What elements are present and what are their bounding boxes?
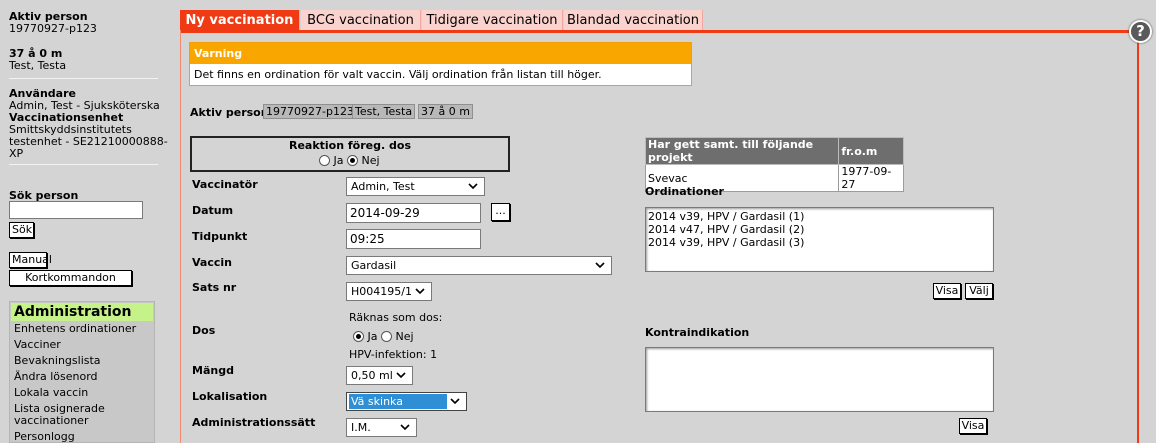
admin-item-vaccines[interactable]: Vacciner — [14, 339, 61, 351]
chevron-down-icon — [394, 368, 408, 382]
admin-item-unsigned-cont[interactable]: vaccinationer — [14, 415, 88, 427]
shortcuts-button[interactable]: Kortkommandon — [9, 270, 132, 286]
active-person-row-label: Aktiv person — [190, 106, 269, 119]
reaction-box: Reaktion föreg. dos Ja Nej — [190, 136, 510, 172]
vaccinator-value: Admin, Test — [351, 180, 415, 193]
admin-menu: Administration Enhetens ordinationer Vac… — [9, 301, 155, 443]
dose-no-radio[interactable] — [381, 331, 392, 342]
tab-mixed-vaccination[interactable]: Blandad vaccination — [564, 10, 703, 31]
help-icon[interactable]: ? — [1129, 20, 1152, 43]
tab-new-vaccination[interactable]: Ny vaccination — [180, 10, 300, 31]
ordinations-list[interactable]: 2014 v39, HPV / Gardasil (1) 2014 v47, H… — [645, 207, 994, 272]
tab-bar-rule — [180, 30, 1140, 33]
ordination-show-button[interactable]: Visa — [933, 283, 961, 299]
search-person-input[interactable] — [9, 201, 143, 219]
chevron-down-icon — [398, 420, 412, 434]
projects-table: Har gett samt. till följande projekt fr.… — [644, 137, 904, 192]
vaccine-value: Gardasil — [351, 259, 397, 272]
reaction-options: Ja Nej — [319, 154, 380, 167]
divider — [9, 78, 158, 79]
admin-item-watchlist[interactable]: Bevakningslista — [14, 355, 101, 367]
reaction-label: Reaktion föreg. dos — [288, 139, 411, 152]
date-input[interactable]: 2014-09-29 — [346, 203, 481, 223]
list-item[interactable]: 2014 v39, HPV / Gardasil (1) — [646, 210, 993, 223]
contraindication-list[interactable] — [645, 347, 994, 412]
tab-previous-vaccination[interactable]: Tidigare vaccination — [422, 10, 563, 31]
sidebar: Aktiv person 19770927-p123 37 å 0 m Test… — [0, 0, 170, 443]
admin-item-person-log[interactable]: Personlogg — [14, 431, 75, 443]
admin-item-local-vaccines[interactable]: Lokala vaccin — [14, 387, 88, 399]
reaction-no-radio[interactable] — [347, 155, 358, 166]
vaccinator-label: Vaccinatör — [192, 178, 258, 191]
time-input[interactable]: 09:25 — [346, 229, 481, 249]
amount-select[interactable]: 0,50 ml — [346, 366, 413, 385]
panel-right-border — [1137, 30, 1139, 443]
location-label: Lokalisation — [192, 390, 268, 403]
dose-no-label: Nej — [395, 330, 414, 343]
amount-label: Mängd — [192, 364, 234, 377]
reaction-no-label: Nej — [361, 154, 380, 167]
manual-button[interactable]: Manual — [9, 252, 52, 268]
warning-text: Det finns en ordination för valt vaccin.… — [194, 68, 602, 81]
ordinations-label: Ordinationer — [645, 185, 724, 198]
counts-as-dose-label: Räknas som dos: — [349, 311, 443, 324]
date-picker-button[interactable]: ... — [491, 203, 510, 221]
dose-options: Ja Nej — [353, 330, 414, 343]
chevron-down-icon — [593, 258, 607, 272]
dose-label: Dos — [192, 324, 216, 337]
chevron-down-icon — [466, 179, 480, 193]
admin-title: Administration — [11, 303, 153, 321]
chevron-down-icon — [448, 394, 462, 408]
tab-bcg-vaccination[interactable]: BCG vaccination — [301, 10, 421, 31]
active-person-id: 19770927-p123 — [9, 22, 97, 35]
person-name: Test, Testa — [9, 59, 67, 72]
dose-yes-radio[interactable] — [353, 331, 364, 342]
method-value: I.M. — [351, 421, 371, 434]
dose-yes-label: Ja — [367, 330, 378, 343]
unit-line-2: testenhet - SE21210000888- — [9, 135, 168, 148]
projects-header-project: Har gett samt. till följande projekt — [644, 137, 840, 165]
warning-title: Varning — [190, 43, 691, 64]
contraindication-show-button[interactable]: Visa — [959, 418, 987, 434]
list-item[interactable]: 2014 v39, HPV / Gardasil (3) — [646, 236, 993, 249]
hpv-infection-info: HPV-infektion: 1 — [349, 348, 438, 361]
ordination-select-button[interactable]: Välj — [965, 283, 993, 299]
list-item[interactable]: 2014 v47, HPV / Gardasil (2) — [646, 223, 993, 236]
date-label: Datum — [192, 204, 234, 217]
vaccine-select[interactable]: Gardasil — [346, 256, 612, 275]
vaccinator-select[interactable]: Admin, Test — [346, 177, 485, 196]
admin-item-ordinations[interactable]: Enhetens ordinationer — [14, 323, 136, 335]
panel-left-border — [180, 30, 181, 443]
batch-value: H004195/1 — [351, 285, 412, 298]
reaction-yes-radio[interactable] — [319, 155, 330, 166]
projects-header-from: fr.o.m — [838, 137, 904, 165]
admin-item-change-password[interactable]: Ändra lösenord — [14, 371, 98, 383]
amount-value: 0,50 ml — [351, 369, 393, 382]
project-from-date: 1977-09-27 — [838, 164, 904, 192]
warning-box: Varning Det finns en ordination för valt… — [189, 42, 692, 86]
active-person-id-pill: 19770927-p123 — [263, 104, 357, 119]
projects-header-row: Har gett samt. till följande projekt fr.… — [644, 137, 904, 165]
divider — [9, 164, 158, 165]
batch-select[interactable]: H004195/1 — [346, 282, 432, 301]
active-person-name-pill: Test, Testa — [352, 104, 416, 119]
contraindication-label: Kontraindikation — [645, 326, 750, 339]
time-label: Tidpunkt — [192, 230, 248, 243]
reaction-yes-label: Ja — [333, 154, 344, 167]
location-select[interactable]: Vä skinka — [346, 392, 467, 411]
search-button[interactable]: Sök — [9, 222, 34, 238]
chevron-down-icon — [413, 284, 427, 298]
unit-line-3: XP — [9, 147, 24, 160]
active-person-age-pill: 37 å 0 m — [418, 104, 473, 119]
method-label: Administrationssätt — [192, 416, 316, 429]
batch-label: Sats nr — [192, 281, 237, 294]
method-select[interactable]: I.M. — [346, 418, 417, 437]
vaccine-label: Vaccin — [192, 256, 232, 269]
location-value: Vä skinka — [349, 394, 447, 409]
